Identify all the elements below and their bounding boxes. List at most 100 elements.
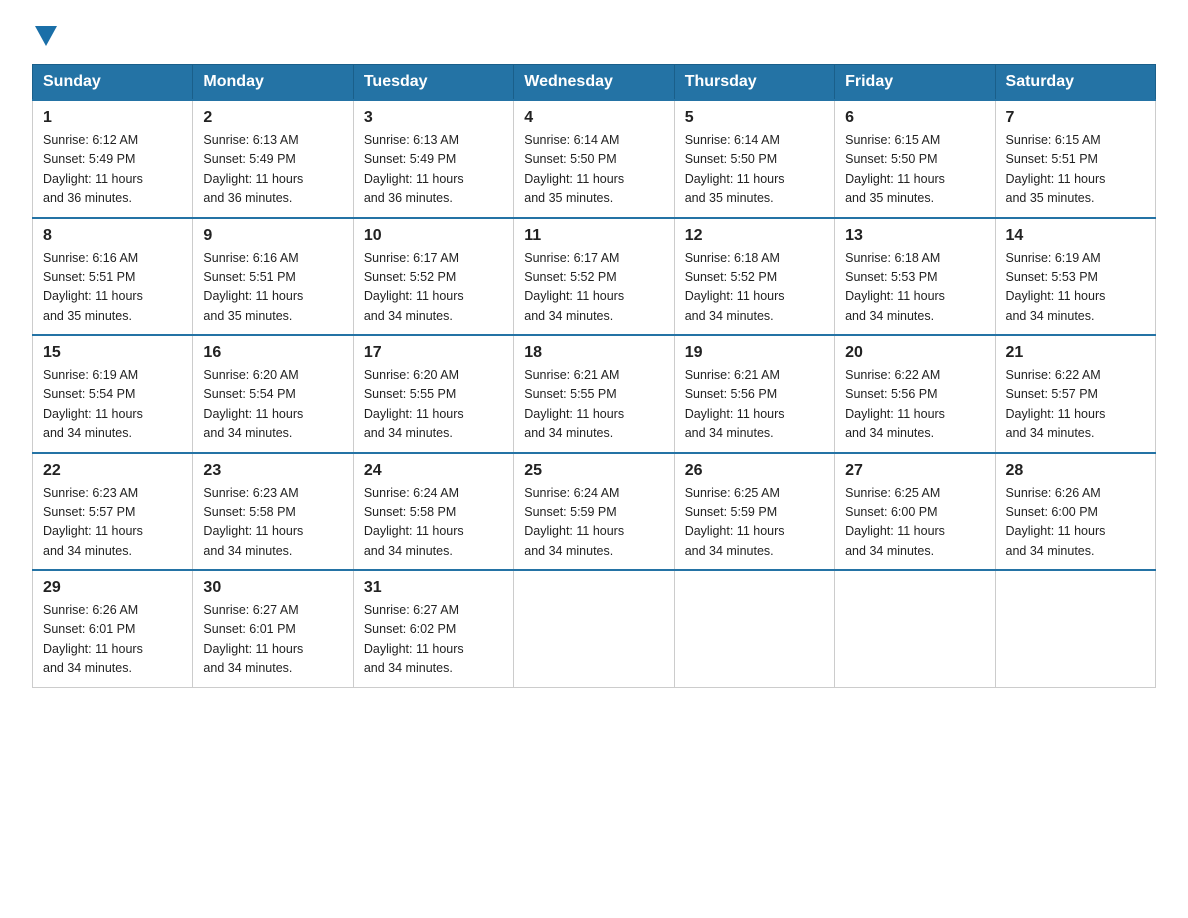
day-number: 25: [524, 462, 663, 480]
day-info: Sunrise: 6:13 AMSunset: 5:49 PMDaylight:…: [364, 131, 503, 209]
day-info: Sunrise: 6:27 AMSunset: 6:01 PMDaylight:…: [203, 601, 342, 679]
calendar-day-cell: 29 Sunrise: 6:26 AMSunset: 6:01 PMDaylig…: [33, 570, 193, 687]
calendar-day-cell: 9 Sunrise: 6:16 AMSunset: 5:51 PMDayligh…: [193, 218, 353, 336]
logo-triangle-icon: [35, 26, 57, 46]
calendar-day-cell: 3 Sunrise: 6:13 AMSunset: 5:49 PMDayligh…: [353, 100, 513, 218]
day-info: Sunrise: 6:25 AMSunset: 6:00 PMDaylight:…: [845, 484, 984, 562]
day-number: 21: [1006, 344, 1145, 362]
day-info: Sunrise: 6:23 AMSunset: 5:57 PMDaylight:…: [43, 484, 182, 562]
calendar-week-row: 8 Sunrise: 6:16 AMSunset: 5:51 PMDayligh…: [33, 218, 1156, 336]
day-header-saturday: Saturday: [995, 65, 1155, 101]
calendar-empty-cell: [835, 570, 995, 687]
day-number: 20: [845, 344, 984, 362]
day-info: Sunrise: 6:27 AMSunset: 6:02 PMDaylight:…: [364, 601, 503, 679]
day-number: 22: [43, 462, 182, 480]
calendar-week-row: 1 Sunrise: 6:12 AMSunset: 5:49 PMDayligh…: [33, 100, 1156, 218]
day-number: 16: [203, 344, 342, 362]
day-number: 5: [685, 109, 824, 127]
day-number: 30: [203, 579, 342, 597]
calendar-day-cell: 11 Sunrise: 6:17 AMSunset: 5:52 PMDaylig…: [514, 218, 674, 336]
day-info: Sunrise: 6:26 AMSunset: 6:00 PMDaylight:…: [1006, 484, 1145, 562]
day-info: Sunrise: 6:21 AMSunset: 5:55 PMDaylight:…: [524, 366, 663, 444]
day-number: 8: [43, 227, 182, 245]
day-info: Sunrise: 6:22 AMSunset: 5:57 PMDaylight:…: [1006, 366, 1145, 444]
day-info: Sunrise: 6:17 AMSunset: 5:52 PMDaylight:…: [364, 249, 503, 327]
day-info: Sunrise: 6:18 AMSunset: 5:53 PMDaylight:…: [845, 249, 984, 327]
calendar-day-cell: 1 Sunrise: 6:12 AMSunset: 5:49 PMDayligh…: [33, 100, 193, 218]
day-number: 15: [43, 344, 182, 362]
day-info: Sunrise: 6:26 AMSunset: 6:01 PMDaylight:…: [43, 601, 182, 679]
day-header-sunday: Sunday: [33, 65, 193, 101]
calendar-day-cell: 15 Sunrise: 6:19 AMSunset: 5:54 PMDaylig…: [33, 335, 193, 453]
day-number: 10: [364, 227, 503, 245]
day-info: Sunrise: 6:19 AMSunset: 5:54 PMDaylight:…: [43, 366, 182, 444]
calendar-day-cell: 14 Sunrise: 6:19 AMSunset: 5:53 PMDaylig…: [995, 218, 1155, 336]
day-info: Sunrise: 6:20 AMSunset: 5:54 PMDaylight:…: [203, 366, 342, 444]
calendar-day-cell: 21 Sunrise: 6:22 AMSunset: 5:57 PMDaylig…: [995, 335, 1155, 453]
calendar-day-cell: 4 Sunrise: 6:14 AMSunset: 5:50 PMDayligh…: [514, 100, 674, 218]
calendar-day-cell: 10 Sunrise: 6:17 AMSunset: 5:52 PMDaylig…: [353, 218, 513, 336]
day-info: Sunrise: 6:21 AMSunset: 5:56 PMDaylight:…: [685, 366, 824, 444]
day-info: Sunrise: 6:16 AMSunset: 5:51 PMDaylight:…: [43, 249, 182, 327]
calendar-week-row: 15 Sunrise: 6:19 AMSunset: 5:54 PMDaylig…: [33, 335, 1156, 453]
day-info: Sunrise: 6:20 AMSunset: 5:55 PMDaylight:…: [364, 366, 503, 444]
day-number: 31: [364, 579, 503, 597]
calendar-day-cell: 12 Sunrise: 6:18 AMSunset: 5:52 PMDaylig…: [674, 218, 834, 336]
day-info: Sunrise: 6:12 AMSunset: 5:49 PMDaylight:…: [43, 131, 182, 209]
calendar-week-row: 22 Sunrise: 6:23 AMSunset: 5:57 PMDaylig…: [33, 453, 1156, 571]
calendar-day-cell: 24 Sunrise: 6:24 AMSunset: 5:58 PMDaylig…: [353, 453, 513, 571]
calendar-day-cell: 23 Sunrise: 6:23 AMSunset: 5:58 PMDaylig…: [193, 453, 353, 571]
day-number: 12: [685, 227, 824, 245]
calendar-day-cell: 8 Sunrise: 6:16 AMSunset: 5:51 PMDayligh…: [33, 218, 193, 336]
day-number: 27: [845, 462, 984, 480]
calendar-table: SundayMondayTuesdayWednesdayThursdayFrid…: [32, 64, 1156, 688]
day-number: 6: [845, 109, 984, 127]
day-number: 19: [685, 344, 824, 362]
day-number: 1: [43, 109, 182, 127]
day-number: 14: [1006, 227, 1145, 245]
calendar-day-cell: 25 Sunrise: 6:24 AMSunset: 5:59 PMDaylig…: [514, 453, 674, 571]
calendar-day-cell: 31 Sunrise: 6:27 AMSunset: 6:02 PMDaylig…: [353, 570, 513, 687]
day-info: Sunrise: 6:17 AMSunset: 5:52 PMDaylight:…: [524, 249, 663, 327]
calendar-day-cell: 20 Sunrise: 6:22 AMSunset: 5:56 PMDaylig…: [835, 335, 995, 453]
calendar-day-cell: 6 Sunrise: 6:15 AMSunset: 5:50 PMDayligh…: [835, 100, 995, 218]
calendar-day-cell: 27 Sunrise: 6:25 AMSunset: 6:00 PMDaylig…: [835, 453, 995, 571]
calendar-day-cell: 2 Sunrise: 6:13 AMSunset: 5:49 PMDayligh…: [193, 100, 353, 218]
calendar-day-cell: 16 Sunrise: 6:20 AMSunset: 5:54 PMDaylig…: [193, 335, 353, 453]
day-info: Sunrise: 6:14 AMSunset: 5:50 PMDaylight:…: [685, 131, 824, 209]
calendar-day-cell: 28 Sunrise: 6:26 AMSunset: 6:00 PMDaylig…: [995, 453, 1155, 571]
calendar-week-row: 29 Sunrise: 6:26 AMSunset: 6:01 PMDaylig…: [33, 570, 1156, 687]
day-info: Sunrise: 6:16 AMSunset: 5:51 PMDaylight:…: [203, 249, 342, 327]
day-number: 9: [203, 227, 342, 245]
day-number: 4: [524, 109, 663, 127]
calendar-day-cell: 19 Sunrise: 6:21 AMSunset: 5:56 PMDaylig…: [674, 335, 834, 453]
calendar-day-cell: 17 Sunrise: 6:20 AMSunset: 5:55 PMDaylig…: [353, 335, 513, 453]
day-header-thursday: Thursday: [674, 65, 834, 101]
day-number: 17: [364, 344, 503, 362]
day-number: 2: [203, 109, 342, 127]
logo: [32, 24, 57, 46]
calendar-day-cell: 13 Sunrise: 6:18 AMSunset: 5:53 PMDaylig…: [835, 218, 995, 336]
day-info: Sunrise: 6:24 AMSunset: 5:58 PMDaylight:…: [364, 484, 503, 562]
day-number: 7: [1006, 109, 1145, 127]
day-number: 18: [524, 344, 663, 362]
day-header-friday: Friday: [835, 65, 995, 101]
day-info: Sunrise: 6:15 AMSunset: 5:50 PMDaylight:…: [845, 131, 984, 209]
day-info: Sunrise: 6:24 AMSunset: 5:59 PMDaylight:…: [524, 484, 663, 562]
day-header-tuesday: Tuesday: [353, 65, 513, 101]
page-header: [32, 24, 1156, 46]
day-header-wednesday: Wednesday: [514, 65, 674, 101]
calendar-header-row: SundayMondayTuesdayWednesdayThursdayFrid…: [33, 65, 1156, 101]
day-number: 13: [845, 227, 984, 245]
day-info: Sunrise: 6:22 AMSunset: 5:56 PMDaylight:…: [845, 366, 984, 444]
calendar-empty-cell: [514, 570, 674, 687]
calendar-empty-cell: [674, 570, 834, 687]
day-info: Sunrise: 6:25 AMSunset: 5:59 PMDaylight:…: [685, 484, 824, 562]
day-info: Sunrise: 6:18 AMSunset: 5:52 PMDaylight:…: [685, 249, 824, 327]
day-number: 26: [685, 462, 824, 480]
calendar-empty-cell: [995, 570, 1155, 687]
day-number: 11: [524, 227, 663, 245]
day-number: 29: [43, 579, 182, 597]
day-number: 3: [364, 109, 503, 127]
day-info: Sunrise: 6:14 AMSunset: 5:50 PMDaylight:…: [524, 131, 663, 209]
